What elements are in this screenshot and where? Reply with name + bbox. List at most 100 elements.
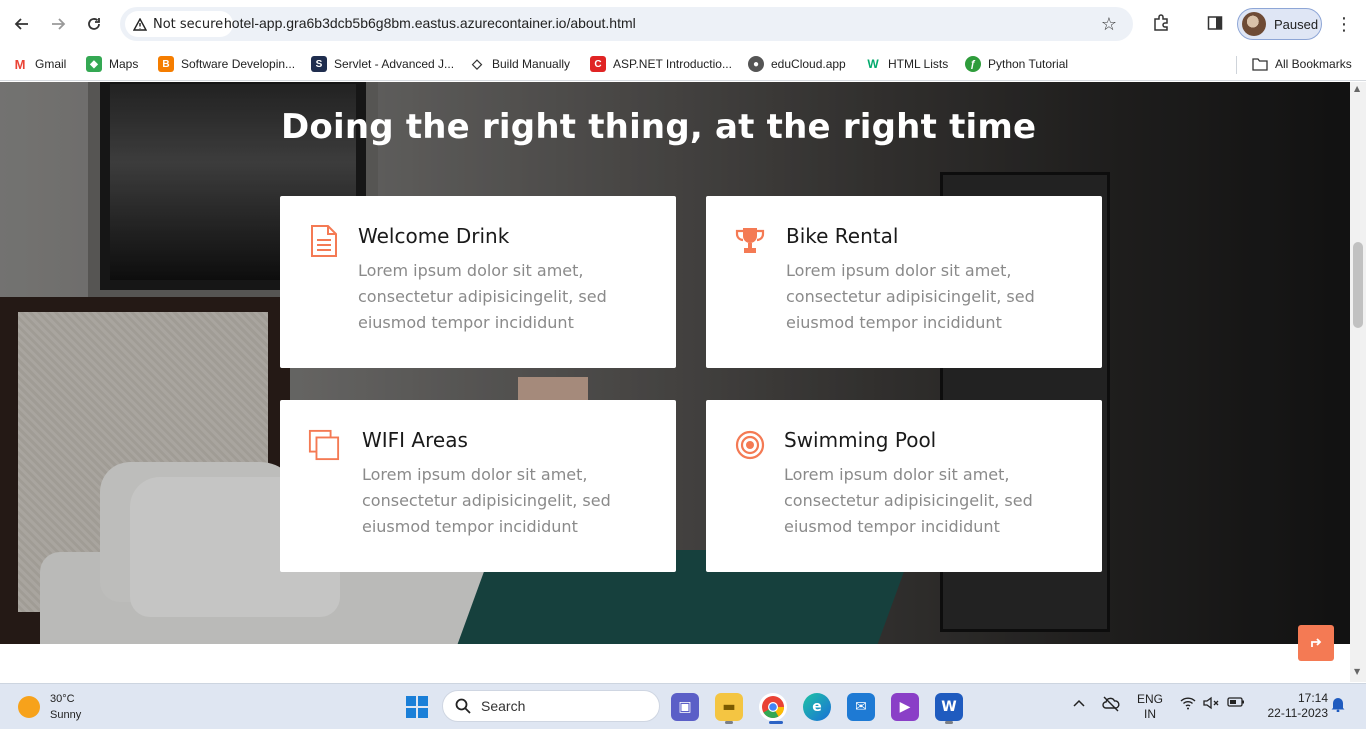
blogger-icon: B xyxy=(158,56,174,72)
back-button[interactable] xyxy=(8,10,36,38)
side-panel-button[interactable] xyxy=(1204,12,1226,34)
bookmark-item[interactable]: ● eduCloud.app xyxy=(748,53,846,75)
search-placeholder: Search xyxy=(481,698,526,714)
all-bookmarks-button[interactable]: All Bookmarks xyxy=(1252,53,1352,75)
teams-chat-icon[interactable]: ▣ xyxy=(671,693,699,721)
extensions-button[interactable] xyxy=(1150,12,1172,34)
scroll-up-icon[interactable]: ▲ xyxy=(1354,84,1360,93)
profile-label: Paused xyxy=(1274,16,1319,32)
trophy-icon xyxy=(734,224,766,258)
folder-icon xyxy=(1252,58,1268,71)
bookmark-label: Maps xyxy=(109,57,139,71)
mail-icon[interactable]: ✉ xyxy=(847,693,875,721)
chrome-icon[interactable] xyxy=(759,693,787,721)
hero-section: Doing the right thing, at the right time… xyxy=(0,82,1350,644)
language-indicator[interactable]: ENG IN xyxy=(1136,692,1164,722)
keyboard-region: IN xyxy=(1144,707,1156,721)
build-icon: ◇ xyxy=(469,56,485,72)
bookmark-item[interactable]: B Software Developin... xyxy=(158,53,295,75)
security-label: Not secure xyxy=(153,16,224,32)
feature-title: Welcome Drink xyxy=(358,224,510,248)
wifi-icon[interactable] xyxy=(1180,696,1196,714)
arrow-up-icon xyxy=(1311,638,1322,647)
page-scrollbar[interactable]: ▲ ▼ xyxy=(1350,82,1366,682)
taskbar: 30°C Sunny Search ▣ ▬ e ✉ ▶ W ENG IN 17:… xyxy=(0,683,1366,729)
back-to-top-button[interactable] xyxy=(1298,625,1334,661)
target-icon xyxy=(734,428,766,462)
document-icon xyxy=(308,224,340,258)
security-indicator[interactable]: Not secure xyxy=(125,11,234,37)
scrollbar-thumb[interactable] xyxy=(1353,242,1363,328)
word-icon[interactable]: W xyxy=(935,693,963,721)
browser-toolbar: Not secure hotel-app.gra6b3dcb5b6g8bm.ea… xyxy=(0,0,1366,48)
weather-widget[interactable]: 30°C Sunny xyxy=(18,691,81,723)
bookmark-label: eduCloud.app xyxy=(771,57,846,71)
arrow-left-icon xyxy=(14,18,28,30)
globe-icon: ● xyxy=(748,56,764,72)
bookmark-label: Servlet - Advanced J... xyxy=(334,57,455,71)
avatar xyxy=(1242,12,1266,36)
bookmark-item[interactable]: W HTML Lists xyxy=(865,53,948,75)
bookmark-item[interactable]: ◆ Maps xyxy=(86,53,138,75)
feature-description: Lorem ipsum dolor sit amet, consectetur … xyxy=(362,465,611,536)
feature-title: Swimming Pool xyxy=(784,428,937,452)
url-text[interactable]: hotel-app.gra6b3dcb5b6g8bm.eastus.azurec… xyxy=(224,15,636,31)
bookmark-label: Software Developin... xyxy=(181,57,296,71)
scroll-down-icon[interactable]: ▼ xyxy=(1354,667,1360,676)
search-icon xyxy=(455,698,471,714)
notification-bell-icon[interactable] xyxy=(1331,696,1345,716)
bookmark-item[interactable]: S Servlet - Advanced J... xyxy=(311,53,454,75)
feature-card: Welcome Drink Lorem ipsum dolor sit amet… xyxy=(280,196,676,368)
onedrive-offline-icon[interactable] xyxy=(1102,696,1120,716)
taskbar-search[interactable]: Search xyxy=(442,690,660,722)
reload-button[interactable] xyxy=(80,10,108,38)
bookmark-label: HTML Lists xyxy=(888,57,949,71)
page-title: Doing the right thing, at the right time xyxy=(281,107,1037,147)
arrow-right-icon xyxy=(52,18,66,30)
chevron-up-icon[interactable] xyxy=(1072,696,1086,712)
sun-icon xyxy=(18,696,40,718)
copy-icon xyxy=(308,428,340,462)
bookmark-item[interactable]: M Gmail xyxy=(12,53,66,75)
file-explorer-icon[interactable]: ▬ xyxy=(715,693,743,721)
kebab-menu-icon: ⋮ xyxy=(1335,13,1353,35)
battery-icon[interactable] xyxy=(1227,696,1245,712)
all-bookmarks-label: All Bookmarks xyxy=(1275,57,1352,71)
bookmark-item[interactable]: ƒ Python Tutorial xyxy=(965,53,1068,75)
side-panel-icon xyxy=(1207,16,1223,30)
weather-condition: Sunny xyxy=(50,709,82,721)
w3-icon: W xyxy=(865,56,881,72)
forward-button[interactable] xyxy=(44,10,72,38)
volume-muted-icon[interactable] xyxy=(1203,696,1219,714)
temperature: 30°C xyxy=(50,693,75,705)
address-bar[interactable]: Not secure hotel-app.gra6b3dcb5b6g8bm.ea… xyxy=(120,7,1133,41)
maps-icon: ◆ xyxy=(86,56,102,72)
clock[interactable]: 17:14 22-11-2023 xyxy=(1256,691,1329,721)
start-button[interactable] xyxy=(403,693,431,721)
browser-menu-button[interactable]: ⋮ xyxy=(1334,12,1354,36)
feature-title: Bike Rental xyxy=(786,224,899,248)
bookmark-item[interactable]: ◇ Build Manually xyxy=(469,53,570,75)
edge-icon[interactable]: e xyxy=(803,693,831,721)
feature-card: Swimming Pool Lorem ipsum dolor sit amet… xyxy=(706,400,1102,572)
reload-icon xyxy=(88,18,100,30)
bookmarks-bar: M Gmail ◆ Maps B Software Developin... S… xyxy=(0,48,1366,81)
bookmark-label: Gmail xyxy=(35,57,67,71)
feature-card: Bike Rental Lorem ipsum dolor sit amet, … xyxy=(706,196,1102,368)
bookmarks-divider xyxy=(1236,56,1237,74)
bookmark-label: ASP.NET Introductio... xyxy=(613,57,732,71)
csharp-icon: C xyxy=(590,56,606,72)
clipchamp-icon[interactable]: ▶ xyxy=(891,693,919,721)
gmail-icon: M xyxy=(12,56,28,72)
language-code: ENG xyxy=(1136,692,1163,706)
feature-description: Lorem ipsum dolor sit amet, consectetur … xyxy=(784,465,1033,536)
bookmark-star-button[interactable]: ☆ xyxy=(1097,12,1121,36)
page-viewport: Doing the right thing, at the right time… xyxy=(0,82,1350,682)
puzzle-icon xyxy=(1154,14,1168,31)
profile-button[interactable]: Paused xyxy=(1237,8,1322,40)
windows-icon xyxy=(406,696,428,718)
feature-card: WIFI Areas Lorem ipsum dolor sit amet, c… xyxy=(280,400,676,572)
bookmark-item[interactable]: C ASP.NET Introductio... xyxy=(590,53,732,75)
star-icon: ☆ xyxy=(1100,13,1118,35)
feature-description: Lorem ipsum dolor sit amet, consectetur … xyxy=(358,261,607,332)
